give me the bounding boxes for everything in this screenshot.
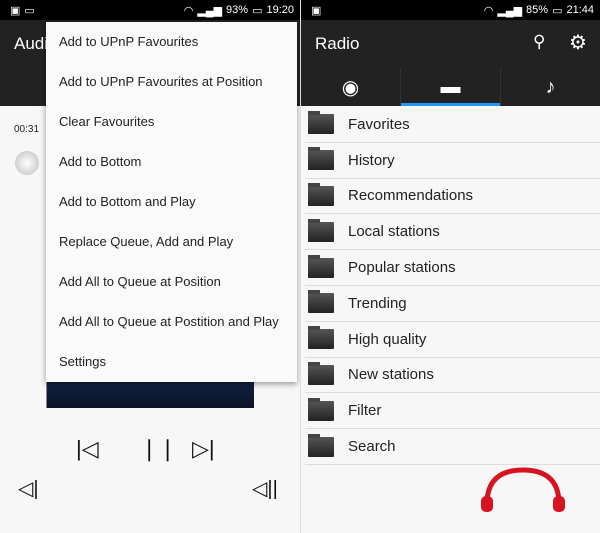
wikipedia-icon bbox=[15, 151, 39, 175]
notification-icon: ▣ bbox=[311, 4, 322, 17]
menu-item-settings[interactable]: Settings bbox=[46, 342, 297, 382]
app-title: Audi bbox=[14, 34, 49, 53]
menu-item-add-upnp-favourites-position[interactable]: Add to UPnP Favourites at Position bbox=[46, 62, 297, 102]
tab-browse[interactable]: ▬ bbox=[401, 68, 501, 106]
tab-radio[interactable]: ◉ bbox=[301, 68, 401, 106]
battery-icon: ▭ bbox=[252, 4, 263, 17]
clock: 19:20 bbox=[266, 4, 294, 16]
folder-icon bbox=[308, 218, 334, 242]
elapsed-time: 00:31 bbox=[14, 124, 40, 135]
app-title: Radio bbox=[315, 34, 360, 53]
folder-icon bbox=[308, 254, 334, 278]
folder-icon bbox=[308, 433, 334, 457]
battery-icon: ▭ bbox=[552, 4, 563, 17]
next-icon[interactable]: ▷| bbox=[192, 436, 215, 462]
radio-screen: ▣ ◠ ▂▄▆ 85% ▭ 21:44 Radio ⚲ ⚙ ◉ ▬ ♪ Favor… bbox=[300, 0, 600, 533]
list-item[interactable]: Local stations bbox=[305, 214, 600, 251]
list-item[interactable]: Search bbox=[305, 429, 600, 465]
folder-icon bbox=[308, 326, 334, 350]
category-list: Favorites History Recommendations Local … bbox=[301, 107, 600, 465]
previous-icon[interactable]: |◁ bbox=[76, 436, 99, 462]
folder-icon bbox=[308, 290, 334, 314]
list-item[interactable]: History bbox=[305, 143, 600, 179]
search-icon[interactable]: ⚲ bbox=[533, 32, 545, 52]
volume-down-icon[interactable]: ◁| bbox=[18, 476, 39, 501]
menu-item-clear-favourites[interactable]: Clear Favourites bbox=[46, 102, 297, 142]
signal-icon: ▂▄▆ bbox=[197, 4, 223, 17]
status-bar: ▣ ▭ ◠ ▂▄▆ 93% ▭ 19:20 bbox=[0, 0, 300, 20]
wifi-icon: ◠ bbox=[483, 4, 494, 17]
list-item[interactable]: Favorites bbox=[305, 107, 600, 143]
tab-music[interactable]: ♪ bbox=[501, 68, 600, 106]
folder-icon bbox=[308, 397, 334, 421]
volume-up-icon[interactable]: ◁|| bbox=[252, 476, 278, 501]
wifi-icon: ◠ bbox=[183, 4, 194, 17]
settings-icon[interactable]: ⚙ bbox=[569, 30, 587, 55]
battery-text: 85% bbox=[526, 4, 549, 16]
image-icon: ▭ bbox=[24, 4, 35, 17]
battery-text: 93% bbox=[226, 4, 249, 16]
radio-icon: ◉ bbox=[341, 76, 360, 99]
menu-item-add-all-position-play[interactable]: Add All to Queue at Postition and Play bbox=[46, 302, 297, 342]
context-menu: Add to UPnP Favourites Add to UPnP Favou… bbox=[46, 22, 297, 382]
list-item[interactable]: High quality bbox=[305, 322, 600, 358]
menu-item-replace-queue[interactable]: Replace Queue, Add and Play bbox=[46, 222, 297, 262]
folder-icon bbox=[308, 361, 334, 385]
menu-item-add-bottom-play[interactable]: Add to Bottom and Play bbox=[46, 182, 297, 222]
menu-item-add-all-position[interactable]: Add All to Queue at Position bbox=[46, 262, 297, 302]
music-note-icon: ♪ bbox=[545, 75, 556, 98]
tab-bar: ◉ ▬ ♪ bbox=[301, 68, 600, 106]
list-item[interactable]: Popular stations bbox=[305, 250, 600, 286]
clock: 21:44 bbox=[566, 4, 594, 16]
list-item[interactable]: Trending bbox=[305, 286, 600, 322]
folder-icon bbox=[308, 111, 334, 135]
menu-item-add-upnp-favourites[interactable]: Add to UPnP Favourites bbox=[46, 22, 297, 62]
audio-screen: ▣ ▭ ◠ ▂▄▆ 93% ▭ 19:20 Audi 00:31 Add to UP… bbox=[0, 0, 300, 533]
pause-icon[interactable]: ❘❘ bbox=[140, 436, 177, 462]
headphone-watermark-logo bbox=[481, 467, 565, 512]
list-item[interactable]: New stations bbox=[305, 358, 600, 394]
folder-icon bbox=[308, 147, 334, 171]
folder-icon bbox=[308, 182, 334, 206]
signal-icon: ▂▄▆ bbox=[497, 4, 523, 17]
toolbar: Radio ⚲ ⚙ ◉ ▬ ♪ bbox=[301, 20, 600, 106]
list-item[interactable]: Filter bbox=[305, 393, 600, 430]
status-bar: ▣ ◠ ▂▄▆ 85% ▭ 21:44 bbox=[301, 0, 600, 20]
inbox-icon: ▬ bbox=[440, 75, 461, 98]
list-item[interactable]: Recommendations bbox=[305, 179, 600, 215]
menu-item-add-bottom[interactable]: Add to Bottom bbox=[46, 142, 297, 182]
notification-icon: ▣ bbox=[10, 4, 21, 17]
